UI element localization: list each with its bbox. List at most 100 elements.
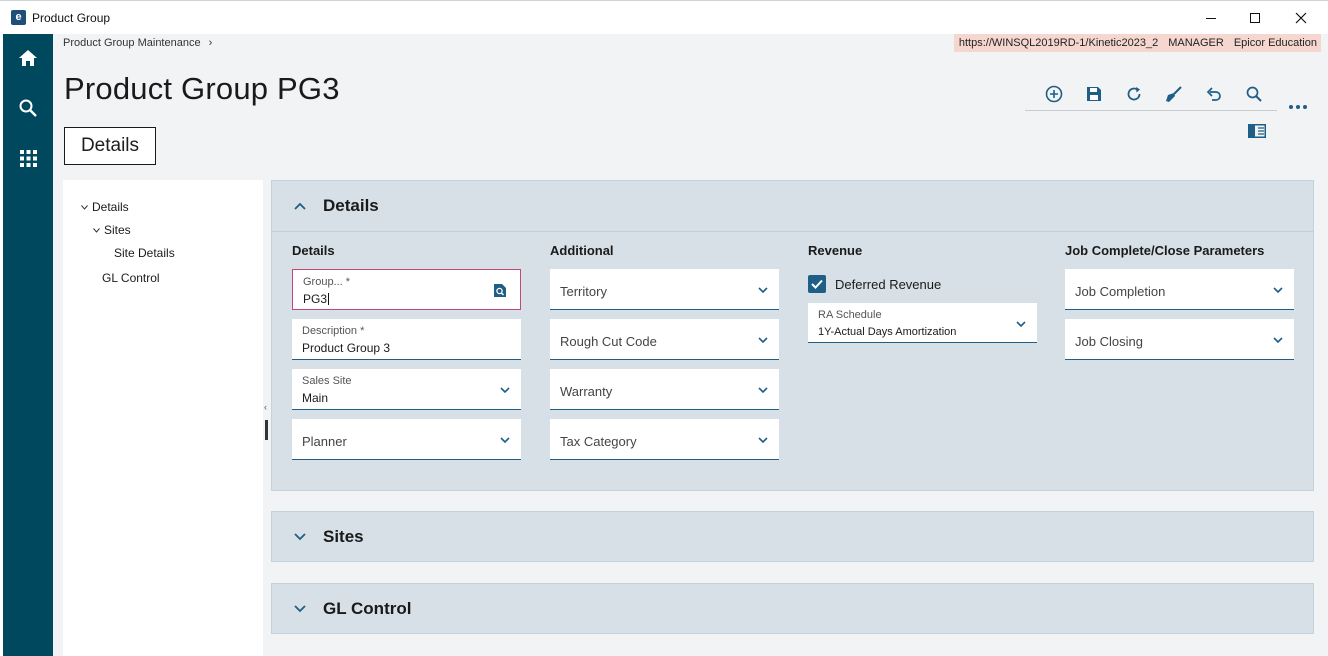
group-field-value: PG3 — [303, 292, 330, 306]
job-completion-dropdown[interactable]: Job Completion — [1065, 269, 1294, 310]
apps-button[interactable] — [16, 146, 40, 170]
description-field-value: Product Group 3 — [302, 341, 391, 355]
close-icon — [1295, 12, 1307, 24]
more-options-button[interactable] — [1289, 102, 1307, 112]
minimize-button[interactable] — [1196, 7, 1226, 29]
gl-control-card[interactable]: GL Control — [271, 583, 1314, 634]
minimize-icon — [1206, 18, 1216, 19]
more-dot — [1289, 105, 1293, 109]
collapse-tree-icon[interactable]: ‹ — [264, 402, 267, 412]
grid-icon — [19, 149, 37, 167]
tax-category-dropdown[interactable]: Tax Category — [550, 419, 779, 460]
undo-button[interactable] — [1205, 85, 1223, 103]
clear-button[interactable] — [1165, 85, 1183, 103]
refresh-icon — [1127, 86, 1141, 100]
planner-dropdown[interactable]: Planner — [292, 419, 521, 460]
chevron-up-icon — [293, 199, 307, 213]
chevron-down-icon — [757, 335, 769, 345]
chevron-down-icon — [1272, 335, 1284, 345]
tax-category-placeholder: Tax Category — [560, 434, 637, 449]
sales-site-value: Main — [302, 391, 329, 405]
splitter-handle[interactable] — [265, 420, 268, 440]
tree-item-label: Site Details — [114, 246, 175, 260]
tree-item-sites[interactable]: Sites — [92, 223, 131, 237]
search-icon — [19, 99, 37, 117]
job-closing-placeholder: Job Closing — [1075, 334, 1143, 349]
planner-placeholder: Planner — [302, 434, 347, 449]
maximize-button[interactable] — [1240, 7, 1270, 29]
breadcrumb-item[interactable]: Product Group Maintenance — [63, 37, 201, 49]
sales-site-label: Sales Site — [302, 375, 352, 387]
action-toolbar — [1025, 77, 1277, 111]
save-icon — [1087, 86, 1101, 101]
column-title-job: Job Complete/Close Parameters — [1065, 243, 1265, 258]
page-title: Product Group PG3 — [64, 71, 340, 106]
territory-dropdown[interactable]: Territory — [550, 269, 779, 310]
group-field-label: Group... * — [303, 276, 351, 288]
divider — [272, 231, 1313, 232]
rough-cut-code-dropdown[interactable]: Rough Cut Code — [550, 319, 779, 360]
chevron-down-icon — [757, 285, 769, 295]
deferred-revenue-label: Deferred Revenue — [835, 276, 942, 292]
lookup-button[interactable] — [493, 283, 507, 303]
add-new-button[interactable] — [1045, 85, 1063, 103]
environment-company: Epicor Education — [1233, 37, 1317, 49]
sites-card-title: Sites — [323, 527, 364, 546]
chevron-down-icon — [80, 203, 88, 211]
warranty-dropdown[interactable]: Warranty — [550, 369, 779, 410]
checkmark-icon — [811, 279, 823, 289]
home-icon — [19, 50, 37, 66]
gl-control-card-header[interactable]: GL Control — [272, 584, 1313, 634]
app-logo-icon: e — [11, 10, 26, 25]
territory-placeholder: Territory — [560, 284, 607, 299]
ra-schedule-value: 1Y-Actual Days Amortization — [818, 326, 957, 338]
breadcrumb: Product Group Maintenance › — [63, 37, 212, 49]
more-dot — [1303, 105, 1307, 109]
job-closing-dropdown[interactable]: Job Closing — [1065, 319, 1294, 360]
environment-user: MANAGER — [1168, 37, 1224, 49]
sites-card[interactable]: Sites — [271, 511, 1314, 562]
home-button[interactable] — [16, 46, 40, 70]
chevron-down-icon — [757, 385, 769, 395]
ra-schedule-dropdown[interactable]: RA Schedule 1Y-Actual Days Amortization — [808, 303, 1037, 343]
nav-rail — [3, 34, 53, 656]
column-title-revenue: Revenue — [808, 243, 863, 258]
sites-card-header[interactable]: Sites — [272, 512, 1313, 562]
tree-item-details[interactable]: Details — [80, 200, 129, 214]
details-card: Details Details Additional Revenue Job C… — [271, 180, 1314, 491]
deferred-revenue-row: Deferred Revenue — [808, 275, 941, 293]
search-button[interactable] — [1245, 85, 1263, 103]
details-card-header[interactable]: Details — [272, 181, 1313, 231]
environment-banner: https://WINSQL2019RD-1/Kinetic2023_2 MAN… — [953, 34, 1321, 52]
add-new-icon — [1045, 85, 1063, 102]
chevron-down-icon — [293, 602, 307, 616]
breadcrumb-separator: › — [208, 37, 213, 49]
tab-details[interactable]: Details — [64, 127, 156, 165]
chevron-down-icon — [92, 226, 100, 234]
rough-cut-code-placeholder: Rough Cut Code — [560, 334, 657, 349]
maximize-icon — [1250, 13, 1260, 23]
warranty-placeholder: Warranty — [560, 384, 613, 399]
main-content: Product Group Maintenance › https://WINS… — [53, 34, 1328, 656]
more-dot — [1296, 105, 1300, 109]
chevron-down-icon — [293, 530, 307, 544]
close-button[interactable] — [1286, 7, 1316, 29]
environment-url: https://WINSQL2019RD-1/Kinetic2023_2 — [958, 37, 1159, 49]
window-title: Product Group — [32, 11, 111, 25]
description-field[interactable]: Description * Product Group 3 — [292, 319, 521, 360]
deferred-revenue-checkbox[interactable] — [808, 275, 826, 293]
description-field-label: Description * — [302, 325, 365, 337]
tree-item-site-details[interactable]: Site Details — [114, 246, 175, 260]
undo-icon — [1206, 86, 1221, 101]
refresh-button[interactable] — [1125, 85, 1143, 103]
tree-item-gl-control[interactable]: GL Control — [102, 271, 160, 285]
chevron-down-icon — [499, 385, 511, 395]
group-field[interactable]: Group... * PG3 — [292, 269, 521, 310]
side-panel-toggle-button[interactable] — [1248, 124, 1266, 138]
tree-item-label: Details — [92, 200, 129, 214]
search-nav-button[interactable] — [16, 96, 40, 120]
sales-site-dropdown[interactable]: Sales Site Main — [292, 369, 521, 410]
save-button[interactable] — [1085, 85, 1103, 103]
clear-icon — [1166, 85, 1182, 102]
column-title-additional: Additional — [550, 243, 614, 258]
